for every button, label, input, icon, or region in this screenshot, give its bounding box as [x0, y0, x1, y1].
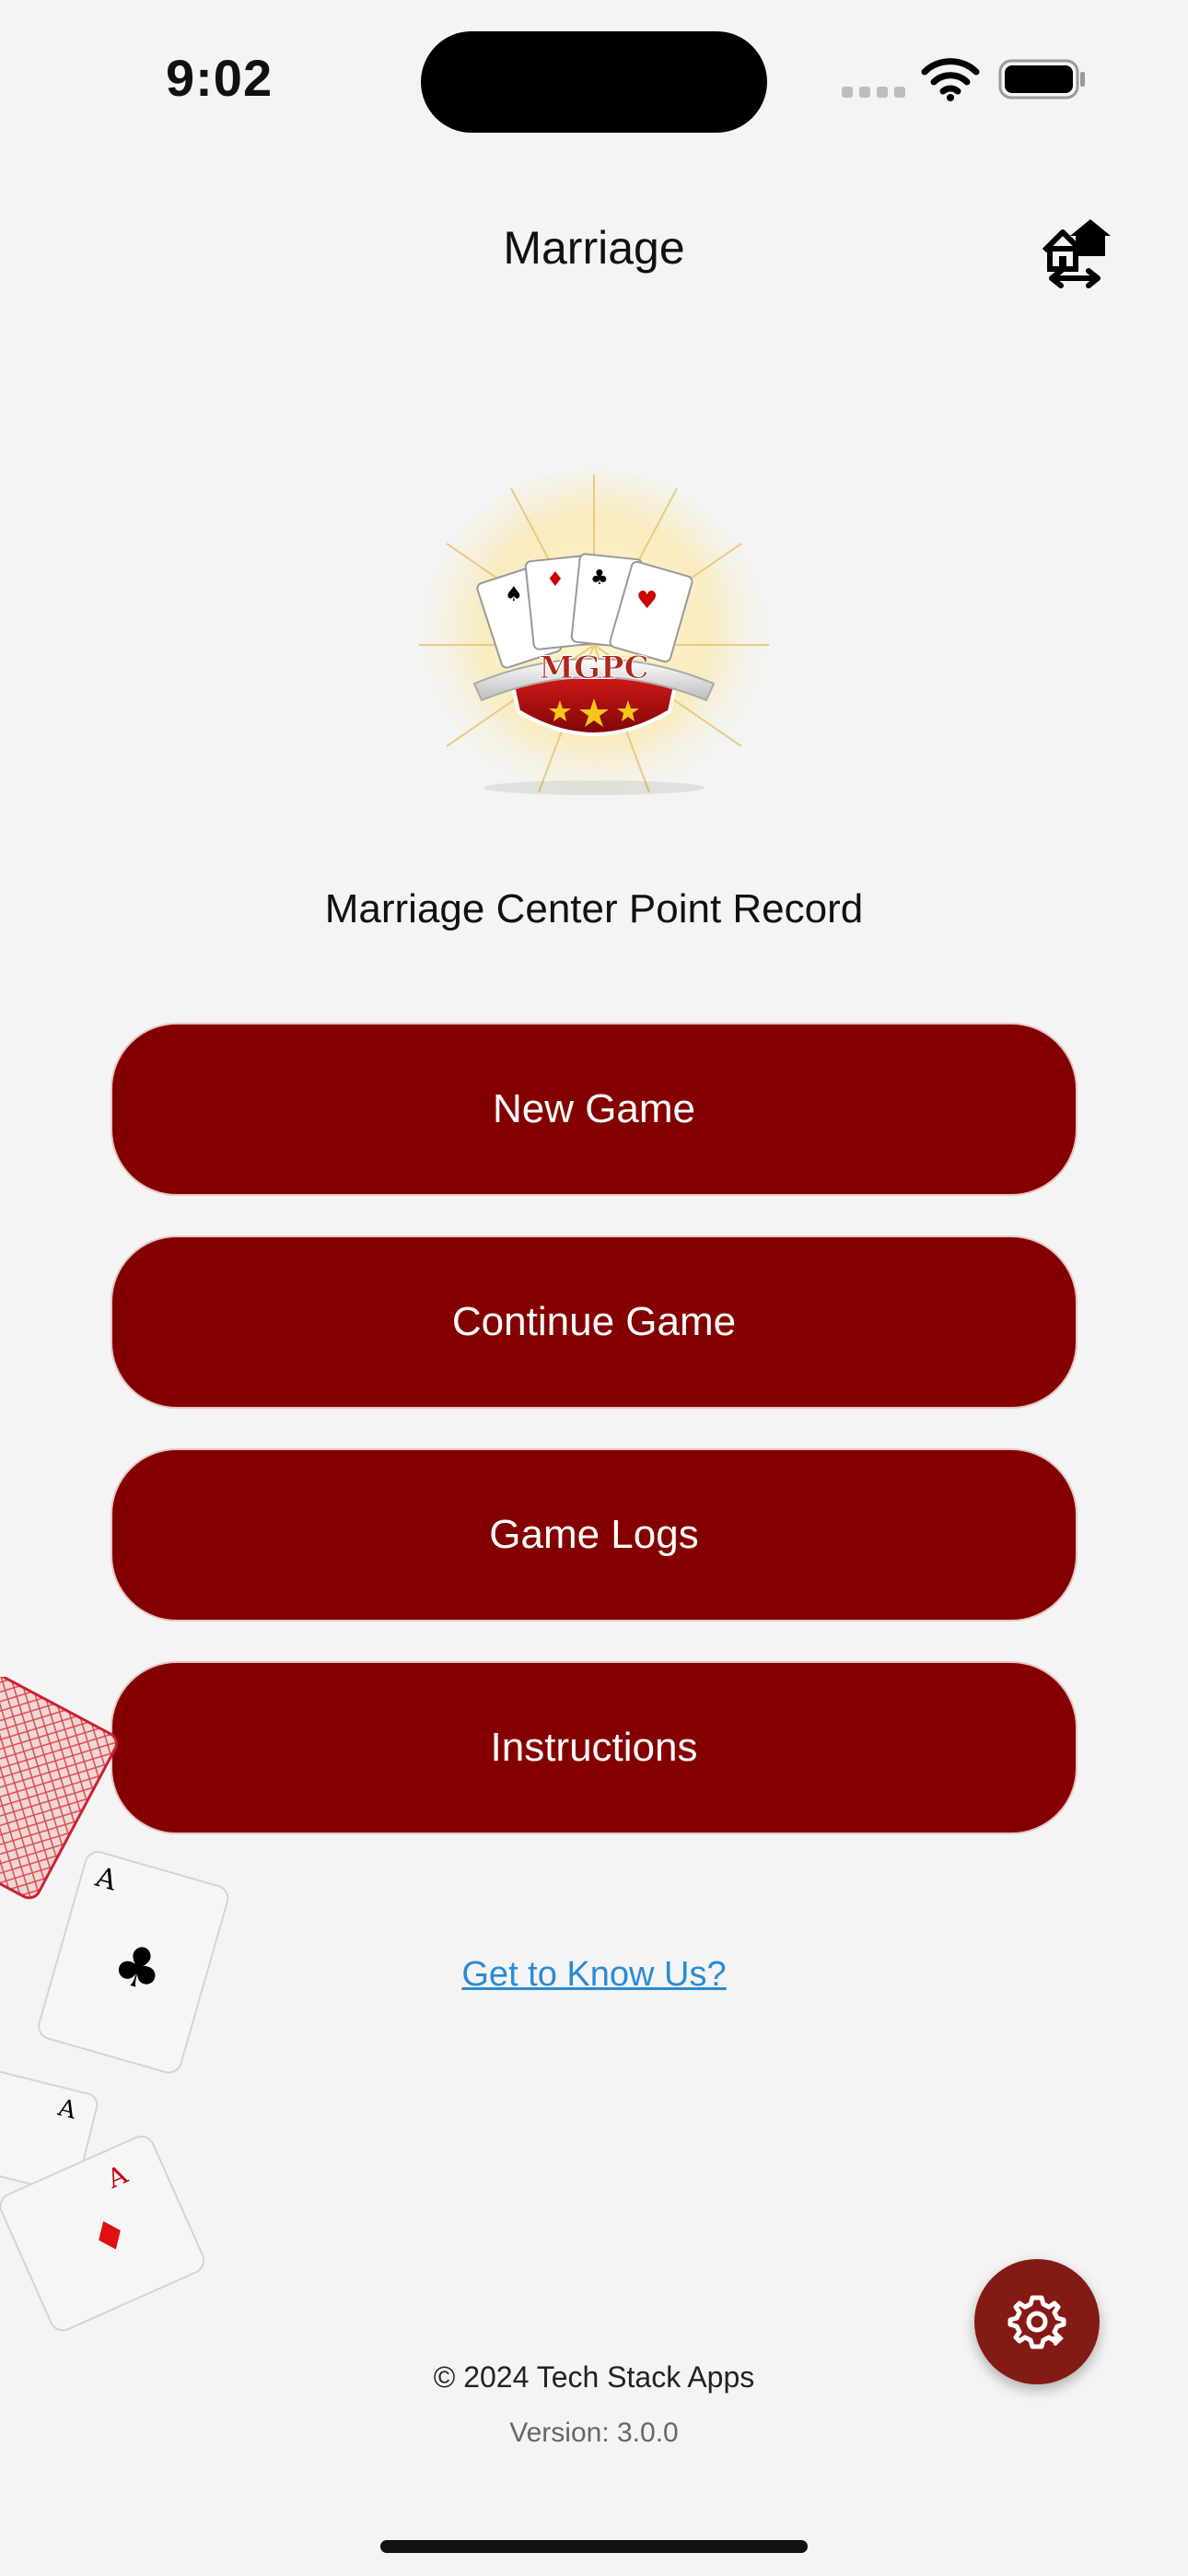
house-swap-icon[interactable] [1039, 217, 1112, 289]
game-logs-button[interactable]: Game Logs [111, 1448, 1077, 1622]
svg-text:♣: ♣ [590, 567, 609, 590]
page-title: Marriage [503, 222, 685, 274]
cellular-signal-icon [842, 87, 905, 98]
instructions-button[interactable]: Instructions [111, 1661, 1077, 1834]
decorative-playing-cards: A ♣ A A ♦ [0, 1672, 239, 2340]
copyright-text: © 2024 Tech Stack Apps [433, 2360, 755, 2394]
battery-icon [998, 59, 1085, 100]
gear-icon [1007, 2295, 1066, 2349]
status-time: 9:02 [166, 49, 274, 107]
get-to-know-us-link-row: Get to Know Us? [0, 1955, 1188, 1995]
home-indicator [380, 2540, 808, 2553]
svg-text:♥: ♥ [636, 587, 658, 615]
get-to-know-us-link[interactable]: Get to Know Us? [461, 1955, 726, 1994]
app-subtitle: Marriage Center Point Record [324, 886, 864, 931]
wifi-icon [921, 58, 980, 101]
svg-text:♠: ♠ [505, 583, 523, 606]
logo-text: MGPC [539, 650, 648, 686]
new-game-button[interactable]: New Game [111, 1023, 1077, 1196]
status-bar: 9:02 [0, 0, 1188, 157]
svg-text:♦: ♦ [546, 568, 565, 591]
app-logo: ♠ ♦ ♣ ♥ MGPC [410, 470, 778, 820]
version-text: Version: 3.0.0 [509, 2418, 679, 2448]
dynamic-island [421, 31, 767, 133]
continue-game-button[interactable]: Continue Game [111, 1235, 1077, 1409]
